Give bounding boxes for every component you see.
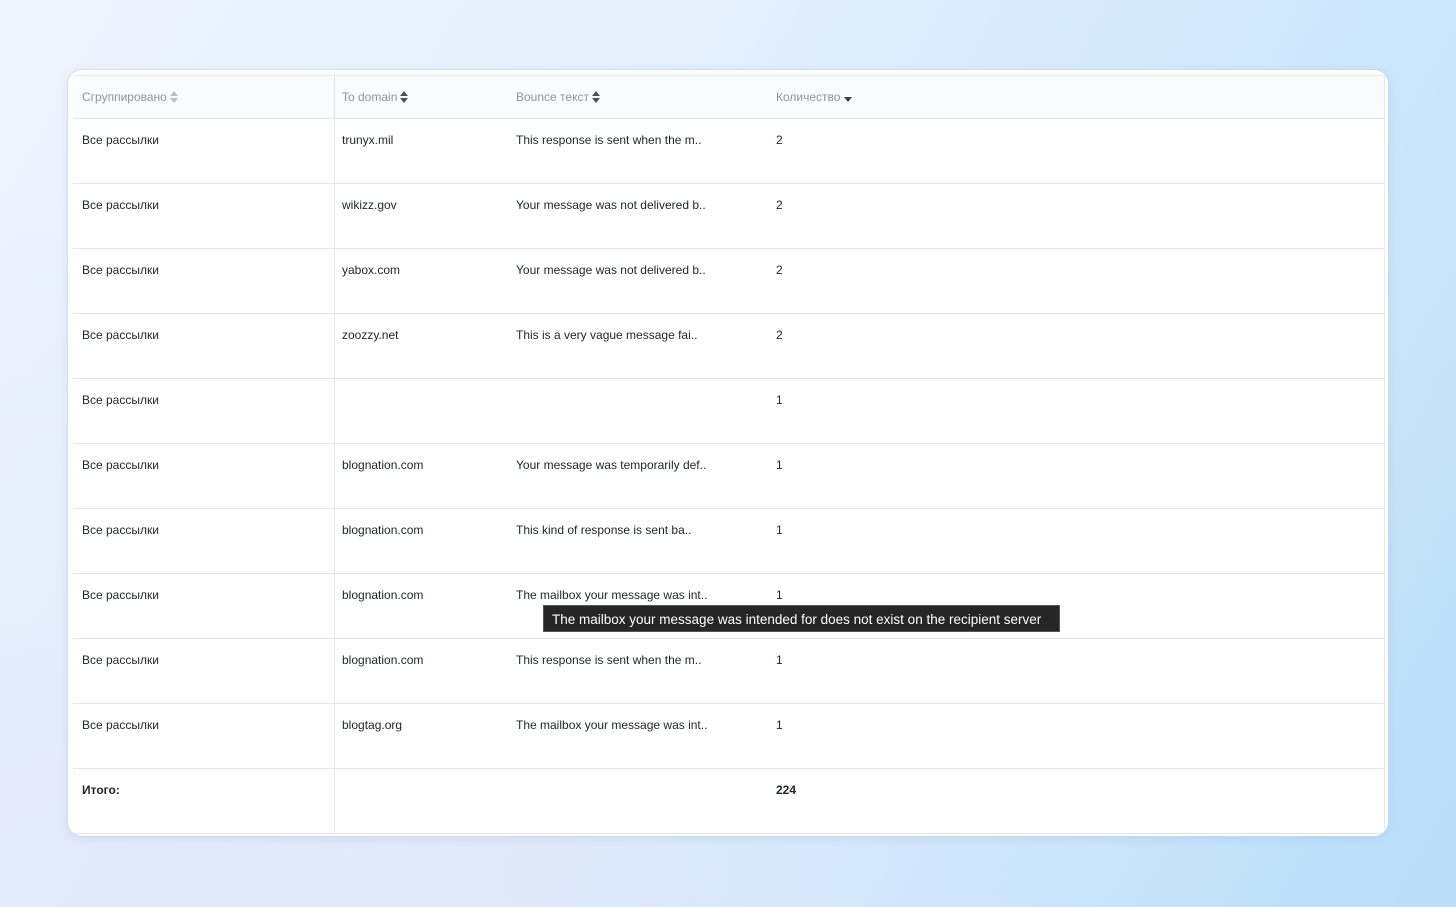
- table-row: Все рассылки wikizz.gov Your message was…: [73, 184, 1384, 249]
- cell-count: 2: [776, 328, 783, 342]
- cell-group: Все рассылки: [82, 198, 159, 212]
- cell-domain: wikizz.gov: [342, 198, 397, 212]
- cell-group: Все рассылки: [82, 393, 159, 407]
- cell-group: Все рассылки: [82, 523, 159, 537]
- cell-bounce-text[interactable]: Your message was not delivered b..: [516, 198, 706, 212]
- sort-icon[interactable]: [400, 91, 409, 103]
- cell-count: 2: [776, 263, 783, 277]
- cell-count: 1: [776, 523, 783, 537]
- cell-count: 1: [776, 653, 783, 667]
- table-row: Все рассылки yabox.com Your message was …: [73, 249, 1384, 314]
- cell-bounce-text[interactable]: This is a very vague message fai..: [516, 328, 697, 342]
- column-header-grouped[interactable]: Сгруппировано: [82, 90, 178, 104]
- sort-desc-icon[interactable]: [844, 96, 853, 102]
- table-row: Все рассылки trunyx.mil This response is…: [73, 119, 1384, 184]
- cell-count: 1: [776, 458, 783, 472]
- cell-group: Все рассылки: [82, 588, 159, 602]
- table-total-row: Итого: 224: [73, 769, 1384, 834]
- total-count: 224: [776, 783, 797, 797]
- cell-count: 2: [776, 198, 783, 212]
- sort-icon[interactable]: [169, 91, 178, 103]
- cell-bounce-text[interactable]: Your message was not delivered b..: [516, 263, 706, 277]
- column-header-label: Bounce текст: [516, 90, 589, 104]
- cell-domain: yabox.com: [342, 263, 401, 277]
- column-header-bounce-text[interactable]: Bounce текст: [516, 90, 600, 104]
- table-row: Все рассылки zoozzy.net This is a very v…: [73, 314, 1384, 379]
- bounce-table: Сгруппировано To domain Bounce текст Кол…: [73, 75, 1385, 834]
- column-divider: [334, 76, 335, 834]
- cell-group: Все рассылки: [82, 263, 159, 277]
- cell-count: 1: [776, 393, 783, 407]
- cell-bounce-text[interactable]: The mailbox your message was int..: [516, 588, 707, 602]
- sort-icon[interactable]: [591, 91, 600, 103]
- cell-group: Все рассылки: [82, 718, 159, 732]
- table-row: Все рассылки blognation.com This kind of…: [73, 509, 1384, 574]
- cell-domain: zoozzy.net: [342, 328, 399, 342]
- table-row: Все рассылки blognation.com Your message…: [73, 444, 1384, 509]
- cell-bounce-text[interactable]: This response is sent when the m..: [516, 133, 701, 147]
- cell-count: 1: [776, 718, 783, 732]
- cell-count: 2: [776, 133, 783, 147]
- cell-domain: trunyx.mil: [342, 133, 394, 147]
- cell-group: Все рассылки: [82, 653, 159, 667]
- bounce-text-tooltip: The mailbox your message was intended fo…: [543, 605, 1060, 632]
- column-header-to-domain[interactable]: To domain: [342, 90, 409, 104]
- cell-count: 1: [776, 588, 783, 602]
- table-row: Все рассылки 1: [73, 379, 1384, 444]
- cell-group: Все рассылки: [82, 328, 159, 342]
- cell-bounce-text[interactable]: This response is sent when the m..: [516, 653, 701, 667]
- cell-bounce-text[interactable]: The mailbox your message was int..: [516, 718, 707, 732]
- table-header: Сгруппировано To domain Bounce текст Кол…: [73, 76, 1384, 119]
- cell-domain: blogtag.org: [342, 718, 403, 732]
- cell-bounce-text[interactable]: This kind of response is sent ba..: [516, 523, 691, 537]
- bounce-report-card: Сгруппировано To domain Bounce текст Кол…: [68, 70, 1388, 836]
- cell-domain: blognation.com: [342, 653, 424, 667]
- column-header-count[interactable]: Количество: [776, 90, 853, 104]
- cell-domain: blognation.com: [342, 523, 424, 537]
- cell-domain: blognation.com: [342, 588, 424, 602]
- total-label: Итого:: [82, 783, 120, 797]
- table-row: Все рассылки blogtag.org The mailbox you…: [73, 704, 1384, 769]
- column-header-label: Количество: [776, 90, 841, 104]
- table-row: Все рассылки blognation.com This respons…: [73, 639, 1384, 704]
- cell-bounce-text[interactable]: Your message was temporarily def..: [516, 458, 706, 472]
- column-header-label: Сгруппировано: [82, 90, 167, 104]
- cell-group: Все рассылки: [82, 458, 159, 472]
- cell-group: Все рассылки: [82, 133, 159, 147]
- cell-domain: blognation.com: [342, 458, 424, 472]
- column-header-label: To domain: [342, 90, 398, 104]
